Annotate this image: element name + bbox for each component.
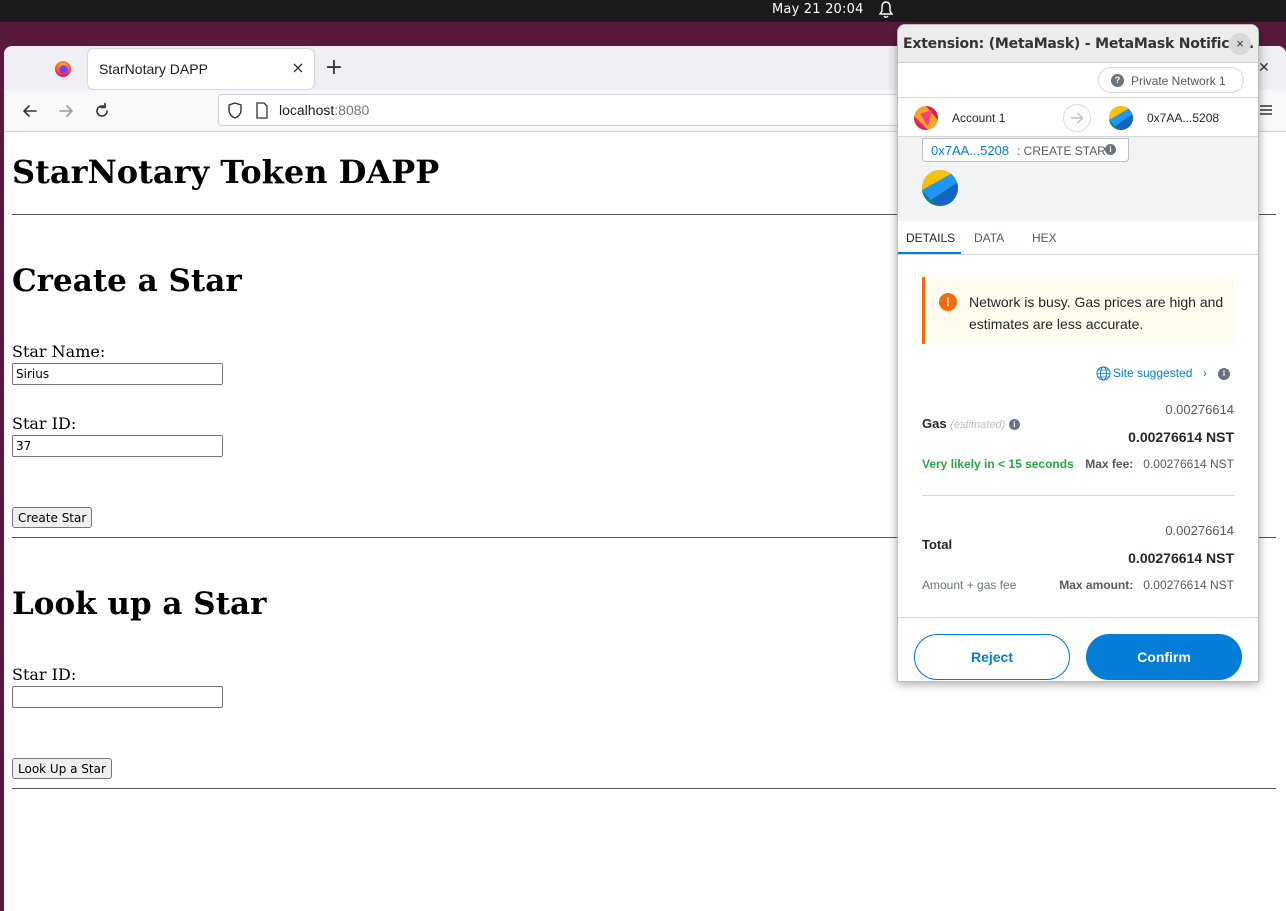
warning-text: Network is busy. Gas prices are high and… <box>969 294 1224 332</box>
recipient-avatar-icon <box>1109 106 1133 130</box>
network-name: Private Network 1 <box>1131 74 1226 88</box>
network-selector[interactable]: ? Private Network 1 <box>1098 67 1244 93</box>
from-account-name: Account 1 <box>952 111 1006 125</box>
divider <box>922 495 1235 496</box>
gas-label-text: Gas <box>922 416 947 431</box>
metamask-window-title: Extension: (MetaMask) - MetaMask Notific… <box>903 36 1254 52</box>
tab-title: StarNotary DAPP <box>99 61 208 77</box>
url-text: localhost:8080 <box>279 102 369 118</box>
site-suggested-link[interactable]: Site suggested <box>1113 366 1192 380</box>
max-amount-label: Max amount: <box>1059 578 1134 592</box>
active-tab-underline <box>898 252 961 254</box>
forward-arrow-icon[interactable] <box>54 100 78 122</box>
lookup-star-button[interactable]: Look Up a Star <box>12 758 112 779</box>
tab-data[interactable]: DATA <box>974 231 1004 245</box>
to-account-address: 0x7AA...5208 <box>1147 111 1220 125</box>
url-host: localhost <box>279 102 335 118</box>
reload-icon[interactable] <box>90 100 114 122</box>
transaction-origin: 0x7AA...5208 : CREATE STAR i <box>898 137 1258 221</box>
url-bar[interactable]: localhost:8080 <box>218 94 918 126</box>
shield-icon[interactable] <box>227 102 243 119</box>
account-avatar-icon <box>914 106 938 130</box>
metamask-footer: Reject Confirm <box>898 617 1258 681</box>
globe-icon <box>1096 366 1111 381</box>
total-value-secondary: 0.00276614 <box>1165 523 1234 538</box>
lookup-star-id-label: Star ID: <box>12 665 77 684</box>
bell-icon[interactable] <box>878 1 894 19</box>
star-id-label: Star ID: <box>12 414 77 433</box>
star-name-label: Star Name: <box>12 342 106 361</box>
system-top-bar: May 21 20:04 <box>0 0 1286 22</box>
arrow-right-icon <box>1063 104 1091 132</box>
gas-value-primary: 0.00276614 NST <box>1128 429 1234 445</box>
tab-details[interactable]: DETAILS <box>906 231 955 245</box>
star-id-input[interactable] <box>12 435 223 457</box>
new-tab-button[interactable]: + <box>322 56 346 80</box>
page-title: StarNotary Token DAPP <box>12 153 440 191</box>
max-fee-label: Max fee: <box>1085 457 1134 471</box>
divider <box>12 788 1276 789</box>
network-row: ? Private Network 1 <box>898 63 1258 97</box>
origin-address[interactable]: 0x7AA...5208 <box>931 143 1009 158</box>
star-name-input[interactable] <box>12 363 223 385</box>
max-fee-value: 0.00276614 NST <box>1143 457 1234 471</box>
max-amount-value: 0.00276614 NST <box>1143 578 1234 592</box>
contract-avatar-icon <box>922 170 958 206</box>
method-chip[interactable]: 0x7AA...5208 : CREATE STAR i <box>922 138 1129 162</box>
page-icon[interactable] <box>255 102 269 119</box>
lookup-star-id-input[interactable] <box>12 686 223 708</box>
create-star-button[interactable]: Create Star <box>12 507 93 528</box>
gas-label: Gas (estimated) i <box>922 416 1020 431</box>
back-arrow-icon[interactable] <box>18 100 42 122</box>
gas-value-secondary: 0.00276614 <box>1165 402 1234 417</box>
firefox-icon[interactable] <box>54 60 72 78</box>
url-port: :8080 <box>334 102 370 118</box>
total-value-primary: 0.00276614 NST <box>1128 550 1234 566</box>
info-icon[interactable]: i <box>1105 144 1116 155</box>
gas-timing-estimate: Very likely in < 15 seconds <box>922 457 1074 471</box>
info-icon[interactable]: i <box>1008 419 1020 430</box>
lookup-star-heading: Look up a Star <box>12 586 267 622</box>
confirm-button[interactable]: Confirm <box>1086 634 1242 680</box>
tab-hex[interactable]: HEX <box>1032 231 1057 245</box>
chevron-right-icon[interactable]: › <box>1203 366 1207 380</box>
exclamation-icon: ! <box>939 293 957 311</box>
question-icon: ? <box>1111 74 1124 87</box>
tab-starnotary[interactable]: StarNotary DAPP × <box>88 49 314 89</box>
menu-icon[interactable] <box>1258 102 1274 118</box>
amount-gas-fee-label: Amount + gas fee <box>922 578 1017 592</box>
system-clock[interactable]: May 21 20:04 <box>772 2 864 17</box>
network-busy-warning: ! Network is busy. Gas prices are high a… <box>922 277 1235 344</box>
total-label: Total <box>922 537 953 552</box>
tab-close-icon[interactable]: × <box>288 57 308 79</box>
max-fee: Max fee: 0.00276614 NST <box>1085 457 1234 471</box>
details-tabs: DETAILS DATA HEX <box>898 221 1258 255</box>
account-row: Account 1 0x7AA...5208 <box>898 97 1258 137</box>
reject-button[interactable]: Reject <box>914 634 1070 680</box>
method-name: : CREATE STAR <box>1017 144 1106 158</box>
create-star-heading: Create a Star <box>12 263 242 299</box>
gas-estimated: (estimated) <box>950 419 1006 431</box>
metamask-popup: Extension: (MetaMask) - MetaMask Notific… <box>897 24 1259 682</box>
close-icon[interactable]: × <box>1229 33 1251 55</box>
metamask-title-bar: Extension: (MetaMask) - MetaMask Notific… <box>898 25 1258 63</box>
info-icon[interactable]: i <box>1218 368 1230 380</box>
max-amount: Max amount: 0.00276614 NST <box>1059 578 1234 592</box>
